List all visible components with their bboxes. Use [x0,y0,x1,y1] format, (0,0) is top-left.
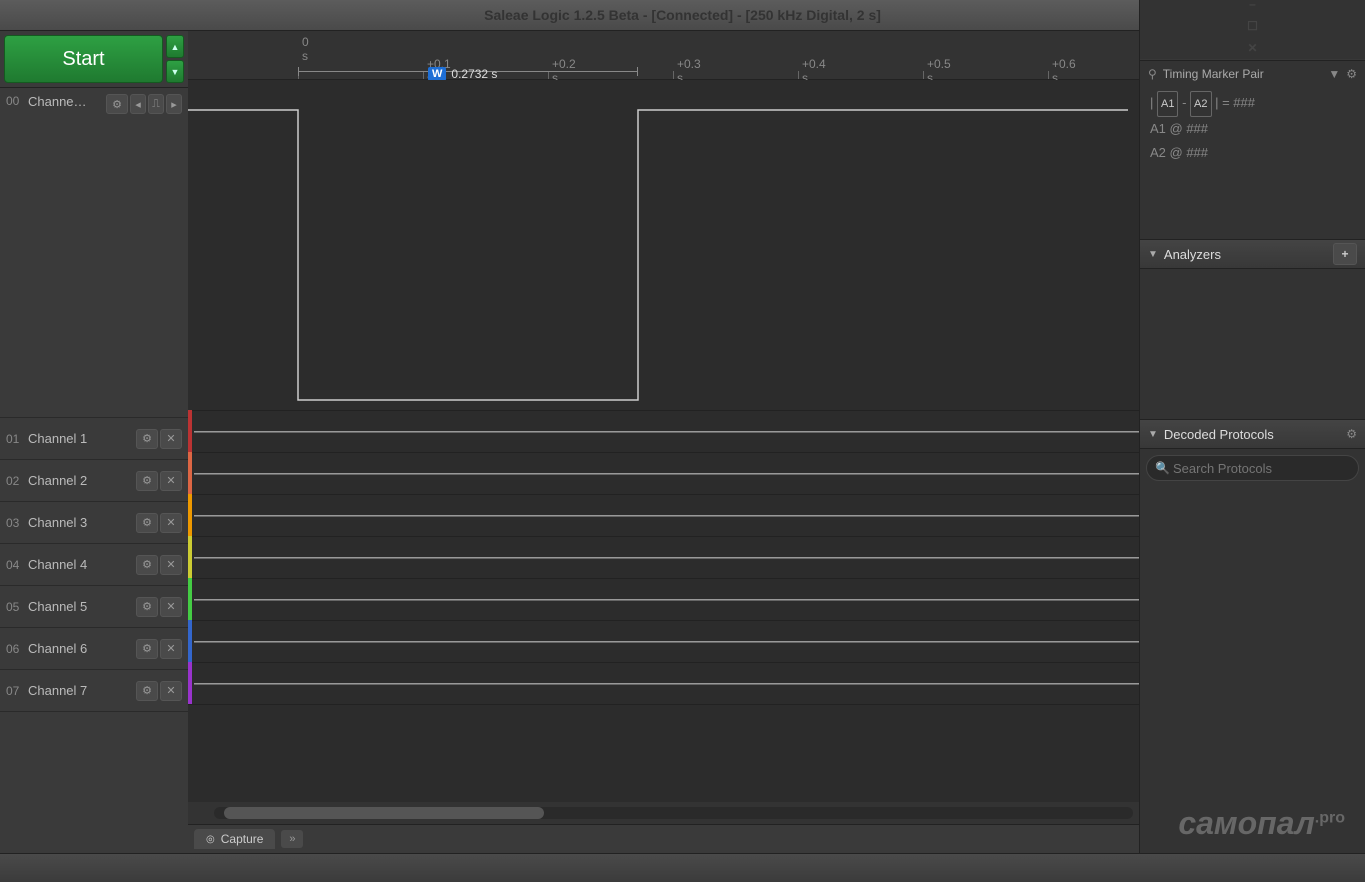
start-up-button[interactable]: ▲ [166,35,184,58]
search-protocols-input[interactable] [1146,455,1359,481]
channel-row-03[interactable]: 03Channel 3⚙✕ [0,502,188,544]
start-down-button[interactable]: ▼ [166,60,184,83]
channel-name[interactable]: Channe… [28,94,106,109]
channel-01-strip[interactable] [188,410,1139,453]
channel-name[interactable]: Channel 3 [28,515,136,530]
close-icon[interactable]: ✕ [160,555,182,575]
gear-icon[interactable]: ⚙ [136,639,158,659]
waveform-area[interactable]: 0 s +0.1 s+0.2 s+0.3 s+0.4 s+0.5 s+0.6 s… [188,31,1139,853]
channel-number: 06 [6,642,28,656]
channel-row-04[interactable]: 04Channel 4⚙✕ [0,544,188,586]
search-icon: 🔍 [1155,461,1170,475]
trigger-left-icon[interactable]: ◂ [130,94,146,114]
channel-05-strip[interactable] [188,578,1139,621]
channel-number: 07 [6,684,28,698]
channel-number: 04 [6,558,28,572]
maximize-button[interactable]: ☐ [1238,15,1268,37]
close-icon[interactable]: ✕ [160,429,182,449]
close-icon[interactable]: ✕ [160,513,182,533]
minimize-button[interactable]: – [1238,0,1268,15]
channel-06-strip[interactable] [188,620,1139,663]
close-icon[interactable]: ✕ [160,639,182,659]
channel-name[interactable]: Channel 4 [28,557,136,572]
start-button[interactable]: Start [4,35,163,83]
channel-row-07[interactable]: 07Channel 7⚙✕ [0,670,188,712]
measurement-badge-icon: W [428,67,446,81]
gear-icon[interactable]: ⚙ [1346,67,1357,81]
channel-name[interactable]: Channel 5 [28,599,136,614]
channel-0-waveform [188,80,1139,410]
gear-icon[interactable]: ⚙ [106,94,128,114]
close-button[interactable]: ✕ [1238,37,1268,59]
channel-07-strip[interactable] [188,662,1139,705]
trigger-pulse-icon[interactable]: ⎍ [148,94,164,114]
channel-number: 02 [6,474,28,488]
channel-row-02[interactable]: 02Channel 2⚙✕ [0,460,188,502]
timeline-origin: 0 s [302,35,309,63]
channel-sidebar: Start ▲ ▼ 00Channe…⚙◂⎍▸01Channel 1⚙✕02Ch… [0,31,188,853]
channel-04-strip[interactable] [188,536,1139,579]
close-icon[interactable]: ✕ [160,681,182,701]
gear-icon[interactable]: ⚙ [136,513,158,533]
gear-icon[interactable]: ⚙ [1346,427,1357,441]
statusbar [0,853,1365,882]
channel-number: 00 [6,94,28,108]
collapse-icon: ▼ [1148,429,1158,440]
analyzers-header[interactable]: ▼ Analyzers + [1140,239,1365,269]
dropdown-icon[interactable]: ▼ [1328,67,1340,81]
channel-row-05[interactable]: 05Channel 5⚙✕ [0,586,188,628]
channel-row-00[interactable]: 00Channe…⚙◂⎍▸ [0,88,188,418]
gear-icon[interactable]: ⚙ [136,681,158,701]
horizontal-scrollbar[interactable] [188,802,1139,824]
channel-02-strip[interactable] [188,452,1139,495]
channel-number: 05 [6,600,28,614]
tab-bar: ◎ Capture » [188,824,1139,853]
channel-row-06[interactable]: 06Channel 6⚙✕ [0,628,188,670]
close-icon[interactable]: ✕ [160,471,182,491]
gear-icon[interactable]: ⚙ [136,597,158,617]
channel-name[interactable]: Channel 2 [28,473,136,488]
timeline-header[interactable]: 0 s +0.1 s+0.2 s+0.3 s+0.4 s+0.5 s+0.6 s… [188,31,1139,80]
channel-0-strip[interactable] [188,80,1139,411]
channel-name[interactable]: Channel 7 [28,683,136,698]
measurement-label: W 0.2732 s [428,67,497,81]
channel-03-strip[interactable] [188,494,1139,537]
collapse-icon: ▼ [1148,249,1158,260]
timing-marker-header[interactable]: ⚲ Timing Marker Pair ▼ ⚙ [1140,61,1365,87]
close-icon[interactable]: ✕ [160,597,182,617]
channel-row-01[interactable]: 01Channel 1⚙✕ [0,418,188,460]
decoded-header[interactable]: ▼ Decoded Protocols ⚙ [1140,419,1365,449]
annotation-body: | A1 - A2 | = ### A1 @ ### A2 @ ### [1140,87,1365,169]
pin-icon: ⚲ [1148,67,1157,81]
right-panel: ▼ Annotations + ⚲ Timing Marker Pair ▼ ⚙… [1139,31,1365,853]
tab-more-button[interactable]: » [281,830,303,848]
trigger-right-icon[interactable]: ▸ [166,94,182,114]
channel-name[interactable]: Channel 1 [28,431,136,446]
scroll-thumb[interactable] [224,807,544,819]
tab-icon: ◎ [206,834,215,845]
add-analyzer-button[interactable]: + [1333,243,1357,265]
gear-icon[interactable]: ⚙ [136,429,158,449]
tab-capture[interactable]: ◎ Capture [194,829,275,849]
gear-icon[interactable]: ⚙ [136,555,158,575]
channel-number: 01 [6,432,28,446]
channel-number: 03 [6,516,28,530]
titlebar: Saleae Logic 1.2.5 Beta - [Connected] - … [0,0,1365,31]
channel-name[interactable]: Channel 6 [28,641,136,656]
gear-icon[interactable]: ⚙ [136,471,158,491]
